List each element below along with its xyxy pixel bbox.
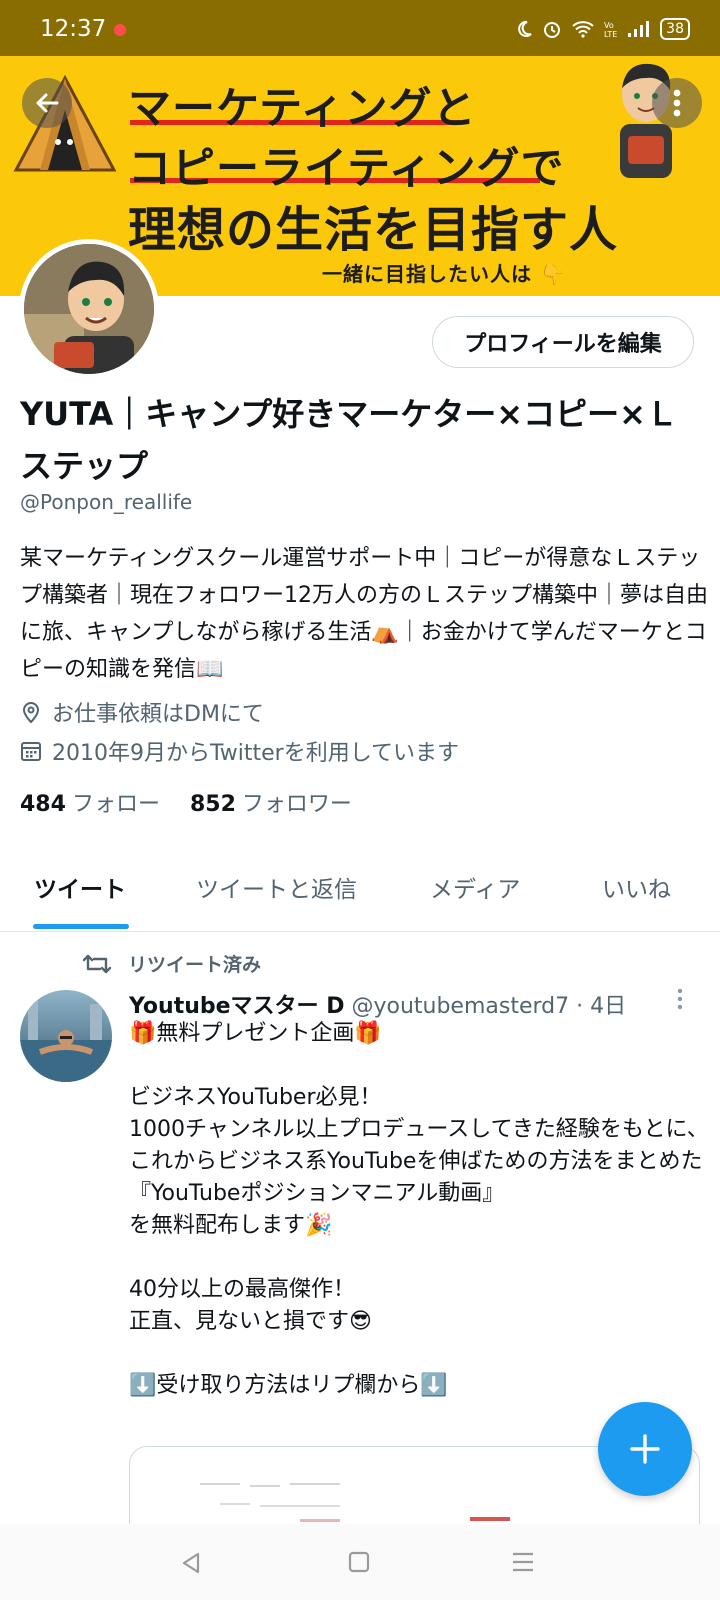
nav-home-icon[interactable] xyxy=(347,1550,371,1574)
more-options-button[interactable] xyxy=(652,78,702,128)
banner-headline-3: 理想の生活を目指す人 xyxy=(128,202,619,258)
wifi-icon xyxy=(572,21,594,38)
banner-headline-2: コピーライティングで xyxy=(128,144,565,194)
plus-icon xyxy=(630,1434,660,1464)
avatar-photo xyxy=(20,1000,112,1082)
tab-tweets[interactable]: ツイート xyxy=(34,870,126,904)
calendar-icon xyxy=(21,742,41,761)
status-bar: 12:37 Vo LTE 38 xyxy=(0,0,720,56)
arrow-left-icon xyxy=(36,93,59,113)
more-vertical-icon xyxy=(677,988,683,1010)
recording-indicator-icon xyxy=(114,24,126,36)
banner-subline: 一緒に目指したい人は 👇 xyxy=(322,262,566,286)
tab-tweets-and-replies[interactable]: ツイートと返信 xyxy=(196,870,357,904)
more-vertical-icon xyxy=(673,89,681,117)
volte-icon: VoLTE xyxy=(604,21,617,39)
compose-tweet-button[interactable] xyxy=(598,1402,692,1496)
edit-profile-button[interactable]: プロフィールを編集 xyxy=(432,316,694,368)
tweet-header: Youtubeマスター D @youtubemasterd7 · 4日 xyxy=(129,988,626,1020)
profile-avatar[interactable] xyxy=(19,239,159,379)
profile-display-name: YUTA｜キャンプ好きマーケター×コピー×Ｌステップ xyxy=(20,395,678,485)
nav-menu-icon[interactable] xyxy=(510,1550,536,1574)
following-label: フォロー xyxy=(71,792,160,817)
followers-link[interactable]: 852 フォロワー xyxy=(190,786,352,818)
status-icons: Vo LTE 38 xyxy=(515,18,690,40)
signal-icon xyxy=(628,21,650,37)
tweet-text: 🎁無料プレゼント企画🎁 ビジネスYouTuber必見！ 1000チャンネル以上プ… xyxy=(129,1021,709,1398)
tweet-more-button[interactable] xyxy=(676,988,684,1014)
nav-back-icon[interactable] xyxy=(178,1550,204,1576)
location-pin-icon xyxy=(22,702,40,724)
svg-text:LTE: LTE xyxy=(604,30,617,39)
back-button[interactable] xyxy=(22,78,72,128)
clock: 12:37 xyxy=(40,16,107,42)
banner-headline-1: マーケティングと xyxy=(128,84,477,134)
profile-handle: @Ponpon_reallife xyxy=(20,490,193,514)
profile-tabs: ツイート ツイートと返信 メディア いいね xyxy=(0,838,720,932)
alarm-icon xyxy=(544,22,561,38)
follow-stats: 484 フォロー 852 フォロワー xyxy=(20,786,352,818)
tab-likes[interactable]: いいね xyxy=(602,870,671,904)
tweet-author-name[interactable]: Youtubeマスター D xyxy=(129,994,344,1019)
profile-join-date: 2010年9月からTwitterを利用しています xyxy=(20,735,459,767)
profile-bio: 某マーケティングスクール運営サポート中｜コピーが得意なＬステップ構築者｜現在フォ… xyxy=(20,546,708,682)
avatar-illustration xyxy=(24,244,154,374)
retweet-icon xyxy=(82,954,112,973)
followers-label: フォロワー xyxy=(241,792,352,817)
system-navigation-bar xyxy=(0,1524,720,1600)
avatar xyxy=(24,244,154,374)
following-link[interactable]: 484 フォロー xyxy=(20,786,160,818)
profile-location: お仕事依頼はDMにて xyxy=(20,696,264,728)
moon-icon xyxy=(518,20,532,37)
retweet-context: リツイート済み xyxy=(82,950,261,977)
location-text: お仕事依頼はDMにて xyxy=(52,702,264,727)
join-date-text: 2010年9月からTwitterを利用しています xyxy=(52,741,460,766)
retweet-label: リツイート済み xyxy=(128,954,262,976)
tweet-author-handle[interactable]: @youtubemasterd7 xyxy=(351,994,569,1019)
tab-media[interactable]: メディア xyxy=(430,870,520,904)
active-tab-indicator xyxy=(33,924,129,929)
tweet-time: · 4日 xyxy=(576,994,627,1019)
svg-text:Vo: Vo xyxy=(604,21,614,30)
tweet-author-avatar[interactable] xyxy=(20,990,112,1082)
battery-icon: 38 xyxy=(660,18,690,40)
following-count: 484 xyxy=(20,792,66,817)
followers-count: 852 xyxy=(189,792,236,817)
